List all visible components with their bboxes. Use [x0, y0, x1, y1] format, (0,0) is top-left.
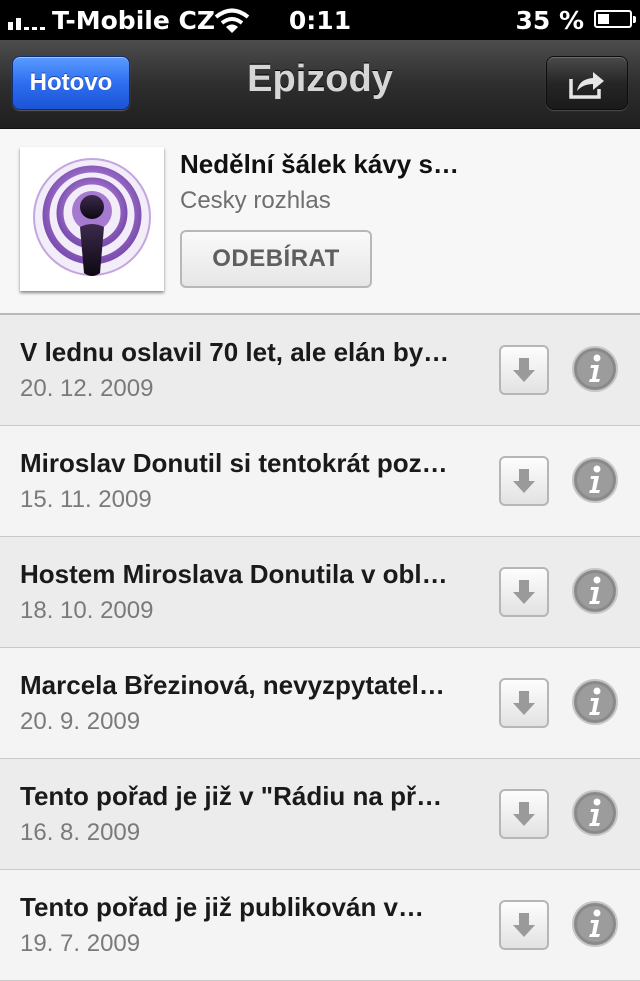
share-button[interactable] [546, 56, 628, 110]
episode-title: V lednu oslavil 70 let, ale elán by… [20, 337, 450, 367]
podcast-header: Nedělní šálek kávy s… Cesky rozhlas ODEB… [0, 129, 640, 315]
status-bar: T-Mobile CZ 0:11 35 % [0, 0, 640, 40]
download-button[interactable] [499, 678, 549, 728]
download-button[interactable] [499, 456, 549, 506]
info-icon[interactable] [571, 456, 619, 504]
info-icon[interactable] [571, 345, 619, 393]
episode-date: 19. 7. 2009 [20, 930, 141, 957]
download-button[interactable] [499, 345, 549, 395]
download-arrow-icon [513, 358, 535, 382]
episode-row[interactable]: V lednu oslavil 70 let, ale elán by… 20.… [0, 315, 640, 426]
episode-date: 18. 10. 2009 [20, 597, 154, 624]
episode-title: Tento pořad je již v "Rádiu na př… [20, 781, 443, 811]
podcast-title: Nedělní šálek kávy s… [180, 149, 459, 179]
episode-title: Hostem Miroslava Donutila v obl… [20, 559, 448, 589]
podcast-author: Cesky rozhlas [180, 187, 331, 214]
episode-date: 16. 8. 2009 [20, 819, 141, 846]
download-button[interactable] [499, 567, 549, 617]
download-arrow-icon [513, 691, 535, 715]
episode-date: 20. 12. 2009 [20, 375, 154, 402]
info-icon[interactable] [571, 900, 619, 948]
download-arrow-icon [513, 802, 535, 826]
episode-row[interactable]: Tento pořad je již v "Rádiu na př… 16. 8… [0, 759, 640, 870]
episode-date: 15. 11. 2009 [20, 486, 152, 513]
episode-date: 20. 9. 2009 [20, 708, 141, 735]
download-arrow-icon [513, 580, 535, 604]
battery-icon [594, 10, 636, 28]
navigation-bar: Hotovo Epizody [0, 40, 640, 129]
page-title: Epizody [247, 58, 393, 100]
episode-title: Miroslav Donutil si tentokrát poz… [20, 448, 448, 478]
episode-row[interactable]: Hostem Miroslava Donutila v obl… 18. 10.… [0, 537, 640, 648]
episode-row[interactable]: Tento pořad je již publikován v… 19. 7. … [0, 870, 640, 981]
download-arrow-icon [513, 469, 535, 493]
info-icon[interactable] [571, 678, 619, 726]
podcast-icon [33, 158, 151, 276]
info-icon[interactable] [571, 789, 619, 837]
battery-percent: 35 % [515, 6, 584, 35]
episode-list: V lednu oslavil 70 let, ale elán by… 20.… [0, 315, 640, 981]
podcast-artwork [20, 147, 164, 291]
episode-title: Marcela Březinová, nevyzpytatel… [20, 670, 445, 700]
subscribe-button[interactable]: ODEBÍRAT [180, 230, 372, 288]
download-arrow-icon [513, 913, 535, 937]
episode-title: Tento pořad je již publikován v… [20, 892, 425, 922]
episode-row[interactable]: Miroslav Donutil si tentokrát poz… 15. 1… [0, 426, 640, 537]
download-button[interactable] [499, 789, 549, 839]
info-icon[interactable] [571, 567, 619, 615]
download-button[interactable] [499, 900, 549, 950]
episode-row[interactable]: Marcela Březinová, nevyzpytatel… 20. 9. … [0, 648, 640, 759]
share-arrow-icon [569, 72, 604, 99]
